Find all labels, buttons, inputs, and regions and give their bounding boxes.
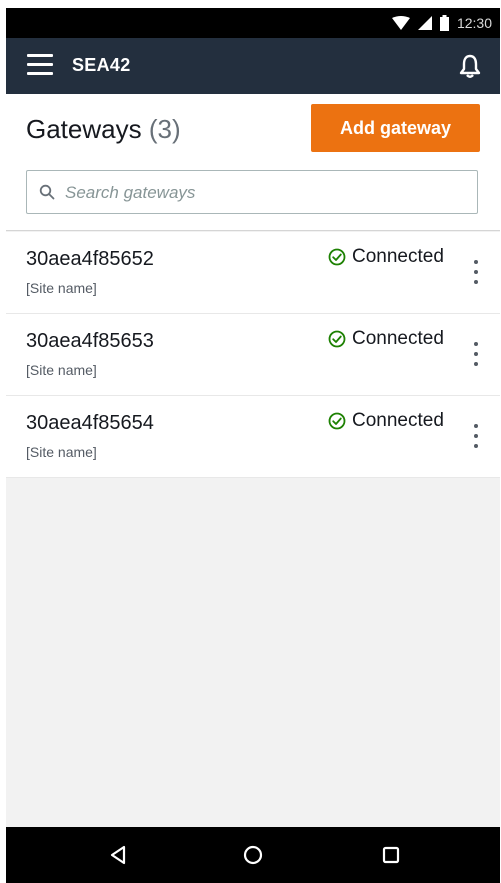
check-circle-icon [328,248,346,266]
gateway-id: 30aea4f85653 [26,330,154,352]
add-gateway-button[interactable]: Add gateway [311,104,480,152]
page-title-text: Gateways [26,114,142,144]
gateway-site-name: [Site name] [26,444,97,460]
status-icons: 12:30 [391,8,492,38]
search-box[interactable] [26,170,478,215]
gateway-row[interactable]: 30aea4f85652 [Site name] Connected [6,232,500,314]
phone-screen: 12:30 SEA42 Gateways (3) Add gateway Sea… [6,8,500,883]
gateway-id: 30aea4f85652 [26,248,154,270]
status-time: 12:30 [456,15,492,31]
gateway-id: 30aea4f85654 [26,412,154,434]
gateway-row[interactable]: 30aea4f85654 [Site name] Connected [6,396,500,478]
gateway-row[interactable]: 30aea4f85653 [Site name] Connected [6,314,500,396]
check-circle-icon [328,330,346,348]
search-icon [39,184,55,200]
status-label: Connected [352,328,444,349]
app-bar: SEA42 [6,38,500,94]
gateway-list: 30aea4f85652 [Site name] Connected 30aea… [6,232,500,478]
search-input[interactable] [63,171,467,215]
page-title: Gateways (3) [26,114,181,145]
gateways-header: Gateways (3) Add gateway [6,94,500,231]
more-vertical-icon[interactable] [470,340,482,368]
gateway-site-name: [Site name] [26,280,97,296]
more-vertical-icon[interactable] [470,422,482,450]
signal-icon [417,16,432,30]
recents-icon[interactable] [377,841,405,869]
home-icon[interactable] [239,841,267,869]
gateway-status: Connected [328,410,444,432]
gateway-status: Connected [328,328,444,350]
wifi-icon [391,16,410,30]
status-label: Connected [352,246,444,267]
gateway-site-name: [Site name] [26,362,97,378]
more-vertical-icon[interactable] [470,258,482,286]
gateway-status: Connected [328,246,444,268]
check-circle-icon [328,412,346,430]
bell-icon[interactable] [456,52,484,80]
hamburger-menu-icon[interactable] [27,54,53,76]
status-bar: 12:30 [6,8,500,38]
back-icon[interactable] [104,841,132,869]
app-title: SEA42 [72,55,131,75]
gateway-count: (3) [148,114,181,144]
system-nav-bar [6,827,500,883]
status-label: Connected [352,410,444,431]
battery-icon [439,15,449,31]
